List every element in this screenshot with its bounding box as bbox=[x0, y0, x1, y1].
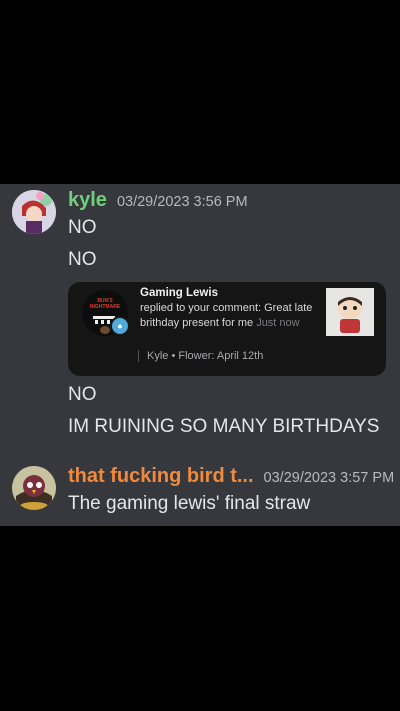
avatar-kyle[interactable] bbox=[12, 190, 56, 234]
timestamp-kyle: 03/29/2023 3:56 PM bbox=[116, 194, 248, 210]
embed-time: Just now bbox=[256, 316, 300, 329]
message-line: NO bbox=[68, 384, 97, 405]
avatar-bird[interactable] bbox=[12, 466, 56, 510]
chat-panel: kyle 03/29/2023 3:56 PM NO NO BUN'S NIGH… bbox=[0, 184, 400, 526]
avatar-kyle-image bbox=[12, 190, 56, 234]
comment-icon: ● bbox=[110, 316, 130, 336]
message-header-bird: that fucking bird t... 03/29/2023 3:57 P… bbox=[68, 465, 394, 488]
embed-body: replied to your comment: Great late brit… bbox=[140, 301, 316, 330]
message-line: IM RUINING SO MANY BIRTHDAYS bbox=[68, 416, 380, 437]
message-line: The gaming lewis' final straw bbox=[68, 493, 311, 514]
embed-title: Gaming Lewis bbox=[140, 287, 218, 299]
username-kyle[interactable]: kyle bbox=[68, 189, 107, 212]
timestamp-bird: 03/29/2023 3:57 PM bbox=[263, 470, 395, 486]
message-header-kyle: kyle 03/29/2023 3:56 PM bbox=[68, 189, 248, 212]
message-line: NO bbox=[68, 249, 97, 270]
username-bird[interactable]: that fucking bird t... bbox=[68, 465, 254, 488]
message-line: NO bbox=[68, 217, 97, 238]
embed-thumbnail-image bbox=[326, 288, 374, 336]
avatar-bird-image bbox=[12, 466, 56, 510]
embed-footer: Kyle • Flower: April 12th bbox=[138, 350, 263, 362]
notification-embed[interactable]: BUN'S NIGHTMARE ● Gaming Lewis replied t… bbox=[68, 282, 386, 376]
